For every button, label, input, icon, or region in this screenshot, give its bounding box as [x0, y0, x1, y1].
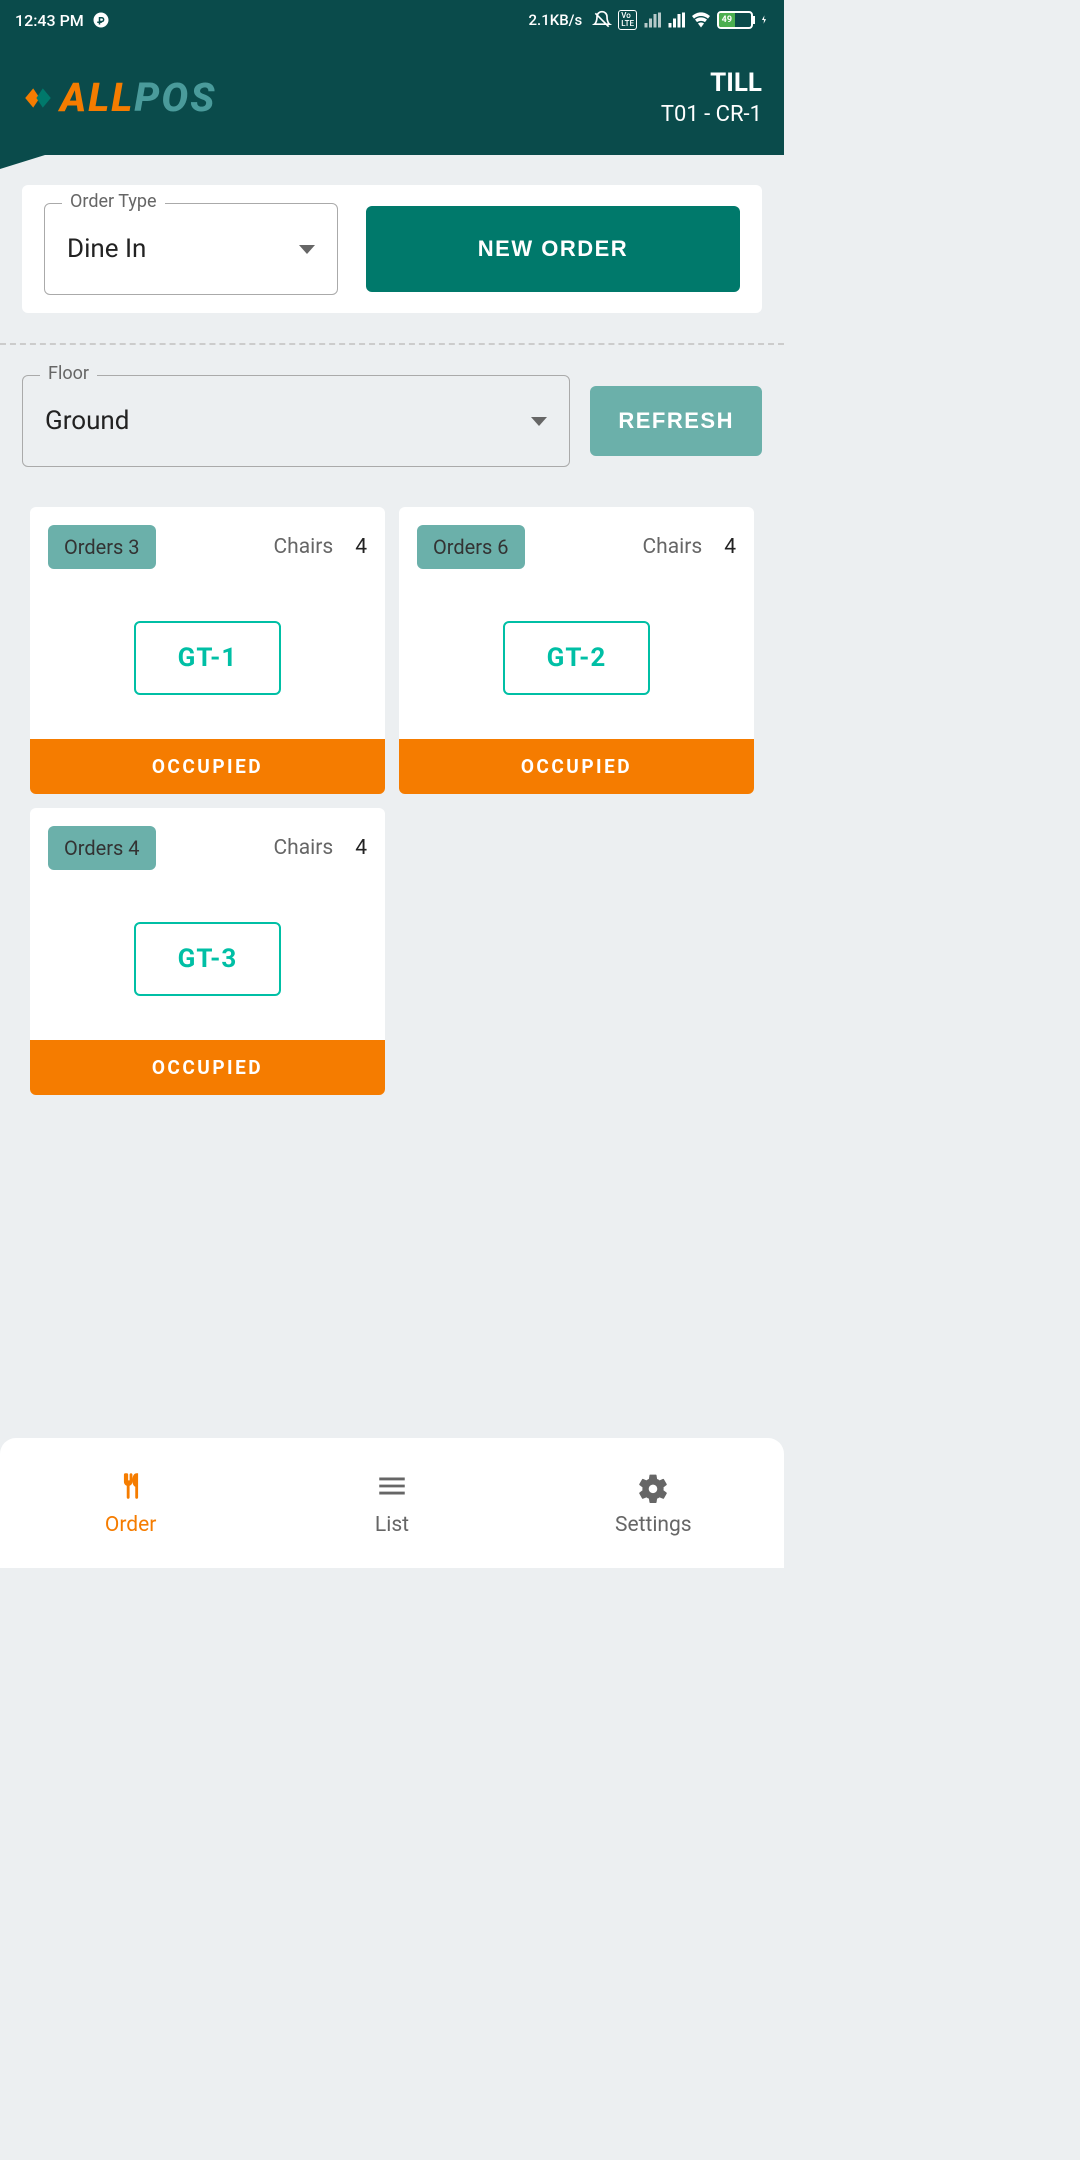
- refresh-button[interactable]: REFRESH: [590, 386, 762, 456]
- till-value: T01 - CR-1: [661, 102, 762, 127]
- order-type-card: Order Type Dine In NEW ORDER: [22, 185, 762, 313]
- signal-icon-2: [667, 11, 685, 29]
- menu-icon: [375, 1469, 409, 1503]
- logo[interactable]: ALLPOS: [22, 74, 216, 121]
- table-name: GT-3: [134, 922, 282, 996]
- floor-label: Floor: [40, 363, 97, 384]
- nav-list[interactable]: List: [261, 1438, 522, 1568]
- app-header: ALLPOS TILL T01 - CR-1: [0, 40, 784, 155]
- order-type-select[interactable]: Dine In: [44, 203, 338, 295]
- floor-row: Floor Ground REFRESH: [0, 375, 784, 467]
- table-name: GT-1: [134, 621, 282, 695]
- status-time: 12:43 PM: [15, 11, 84, 30]
- table-card[interactable]: Orders 4 Chairs4 GT-3 OCCUPIED: [30, 808, 385, 1095]
- table-name: GT-2: [503, 621, 651, 695]
- nav-settings-label: Settings: [615, 1513, 692, 1537]
- chairs-label: Chairs4: [642, 535, 736, 559]
- chairs-label: Chairs4: [273, 836, 367, 860]
- bottom-nav: Order List Settings: [0, 1438, 784, 1568]
- table-card[interactable]: Orders 6 Chairs4 GT-2 OCCUPIED: [399, 507, 754, 794]
- nav-order-label: Order: [105, 1513, 156, 1537]
- chevron-down-icon: [299, 245, 315, 254]
- utensils-icon: [114, 1469, 148, 1503]
- logo-icon: [22, 82, 54, 114]
- status-speed: 2.1KB/s: [529, 11, 583, 29]
- nav-order[interactable]: Order: [0, 1438, 261, 1568]
- logo-text: ALLPOS: [60, 74, 216, 121]
- battery-icon: 49: [717, 11, 753, 29]
- order-type-field: Order Type Dine In: [44, 203, 338, 295]
- signal-icon: [643, 11, 661, 29]
- divider: [0, 343, 784, 345]
- chevron-down-icon: [531, 417, 547, 426]
- floor-select[interactable]: Ground: [22, 375, 570, 467]
- status-badge: OCCUPIED: [30, 739, 385, 794]
- tables-grid: Orders 3 Chairs4 GT-1 OCCUPIED Orders 6 …: [0, 467, 784, 1095]
- wifi-icon: [691, 10, 711, 30]
- table-card[interactable]: Orders 3 Chairs4 GT-1 OCCUPIED: [30, 507, 385, 794]
- gear-icon: [636, 1469, 670, 1503]
- volte-icon: VoLTE: [618, 10, 637, 30]
- nav-list-label: List: [375, 1513, 409, 1537]
- nav-settings[interactable]: Settings: [523, 1438, 784, 1568]
- new-order-button[interactable]: NEW ORDER: [366, 206, 740, 292]
- status-badge: OCCUPIED: [30, 1040, 385, 1095]
- orders-badge: Orders 6: [417, 525, 525, 569]
- floor-field: Floor Ground: [22, 375, 570, 467]
- order-type-label: Order Type: [62, 191, 165, 212]
- orders-badge: Orders 4: [48, 826, 156, 870]
- till-label: TILL: [661, 68, 762, 98]
- status-badge: OCCUPIED: [399, 739, 754, 794]
- till-info: TILL T01 - CR-1: [661, 68, 762, 127]
- p-icon: [92, 11, 110, 29]
- orders-badge: Orders 3: [48, 525, 156, 569]
- chairs-label: Chairs4: [273, 535, 367, 559]
- charging-icon: [759, 11, 769, 29]
- mute-icon: [592, 10, 612, 30]
- status-bar: 12:43 PM 2.1KB/s VoLTE 49: [0, 0, 784, 40]
